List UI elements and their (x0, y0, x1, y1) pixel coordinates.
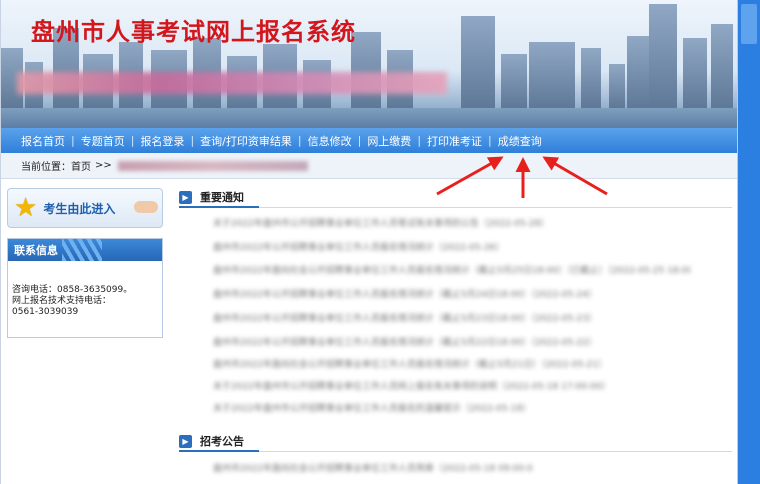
main-nav: 报名首页 | 专题首页 | 报名登录 | 查询/打印资审结果 | 信息修改 | … (1, 128, 738, 153)
header-banner: 盘州市人事考试网上报名系统 (1, 0, 738, 128)
breadcrumb-separator: >> (95, 160, 112, 171)
breadcrumb: 当前位置： 首页 >> (1, 153, 738, 179)
contact-phone: 咨询电话：0858-3635099。 (12, 285, 133, 295)
nav-item-topic-home[interactable]: 专题首页 (75, 133, 131, 149)
nav-item-edit-info[interactable]: 信息修改 (302, 133, 358, 149)
scrollbar-thumb[interactable] (741, 4, 757, 44)
nav-item-payment[interactable]: 网上缴费 (361, 133, 417, 149)
recruit-section-header: ▶ 招考公告 (179, 432, 244, 450)
notice-item-text[interactable]: 盘州市2022年公开招聘事业单位工作人员报名情况统计（截止5月24日18:00）… (213, 287, 691, 299)
notice-item-text[interactable]: 关于2022年盘州市公开招聘事业单位工作人员笔试有关事项的公告（2022-05-… (213, 216, 723, 228)
nav-item-admission-ticket[interactable]: 打印准考证 (421, 133, 488, 149)
candidate-entry-button[interactable]: ★ 考生由此进入 (7, 188, 163, 228)
list-item[interactable]: 盘州市2022年公开招聘事业单位工作人员报名情况统计（截止5月23日18:00）… (213, 311, 683, 323)
list-item[interactable]: 关于2022年盘州市公开招聘事业单位工作人员报名的温馨提示（2022-05-18… (213, 401, 643, 413)
list-item[interactable]: 盘州市2022年公开招聘事业单位工作人员报名情况统计（截止5月22日18:00）… (213, 335, 673, 347)
vertical-scrollbar[interactable] (737, 0, 760, 484)
notice-item-text[interactable]: 盘州市2022年公开招聘事业单位工作人员报名情况统计（2022-05-26） (213, 240, 643, 252)
contact-panel-title: 联系信息 (8, 239, 162, 261)
notice-section-title: 重要通知 (200, 191, 244, 204)
blurred-banner-text (17, 72, 447, 94)
list-item[interactable]: 盘州市2022年面向社会公开招聘事业单位工作人员报名情况统计（截止5月25日18… (213, 263, 691, 275)
site-title: 盘州市人事考试网上报名系统 (31, 17, 356, 46)
section-arrow-icon: ▶ (179, 190, 192, 204)
recruit-section-title: 招考公告 (200, 435, 244, 448)
list-item[interactable]: 关于2022年盘州市公开招聘事业单位工作人员笔试有关事项的公告（2022-05-… (213, 216, 723, 228)
nav-item-login[interactable]: 报名登录 (134, 133, 190, 149)
notice-item-text[interactable]: 盘州市2022年公开招聘事业单位工作人员报名情况统计（截止5月23日18:00）… (213, 311, 683, 323)
list-item[interactable]: 盘州市2022年面向社会公开招聘事业单位工作人员报名情况统计（截止5月21日）（… (213, 357, 683, 369)
list-item[interactable]: 关于2022年盘州市公开招聘事业单位工作人员网上报名有关事项的说明（2022-0… (213, 379, 663, 391)
notice-item-text[interactable]: 盘州市2022年面向社会公开招聘事业单位工作人员报名情况统计（截止5月25日18… (213, 263, 691, 275)
contact-support-phone: 0561-3039039 (12, 307, 79, 317)
notice-item-text[interactable]: 关于2022年盘州市公开招聘事业单位工作人员网上报名有关事项的说明（2022-0… (213, 379, 663, 391)
notice-item-text[interactable]: 关于2022年盘州市公开招聘事业单位工作人员报名的温馨提示（2022-05-18… (213, 401, 643, 413)
list-item[interactable]: 盘州市2022年面向社会公开招聘事业单位工作人员简章（2022-05-18 09… (213, 461, 533, 473)
contact-support-label: 网上报名技术支持电话： (12, 296, 112, 306)
star-icon: ★ (14, 193, 38, 223)
candidate-entry-label: 考生由此进入 (43, 201, 116, 216)
nav-item-review-results[interactable]: 查询/打印资审结果 (194, 133, 298, 149)
browser-page: 盘州市人事考试网上报名系统 报名首页 | 专题首页 | 报名登录 | 查询/打印… (0, 0, 738, 484)
list-item[interactable]: 盘州市2022年公开招聘事业单位工作人员报名情况统计（截止5月24日18:00）… (213, 287, 691, 299)
notice-section-header: ▶ 重要通知 (179, 188, 244, 206)
notice-item-text[interactable]: 盘州市2022年面向社会公开招聘事业单位工作人员报名情况统计（截止5月21日）（… (213, 357, 683, 369)
notice-item-text[interactable]: 盘州市2022年公开招聘事业单位工作人员报名情况统计（截止5月22日18:00）… (213, 335, 673, 347)
nav-item-home[interactable]: 报名首页 (15, 133, 71, 149)
recruit-item-text[interactable]: 盘州市2022年面向社会公开招聘事业单位工作人员简章（2022-05-18 09… (213, 461, 533, 473)
hand-pointer-icon (134, 201, 158, 213)
nav-item-score-query[interactable]: 成绩查询 (492, 133, 548, 149)
breadcrumb-home-link[interactable]: 首页 (71, 158, 91, 173)
list-item[interactable]: 盘州市2022年公开招聘事业单位工作人员报名情况统计（2022-05-26） (213, 240, 643, 252)
breadcrumb-current-blurred (117, 160, 308, 171)
breadcrumb-prefix: 当前位置： (21, 162, 71, 173)
contact-panel: 联系信息 咨询电话：0858-3635099。 网上报名技术支持电话： 0561… (7, 238, 163, 338)
section-arrow-icon: ▶ (179, 434, 192, 448)
